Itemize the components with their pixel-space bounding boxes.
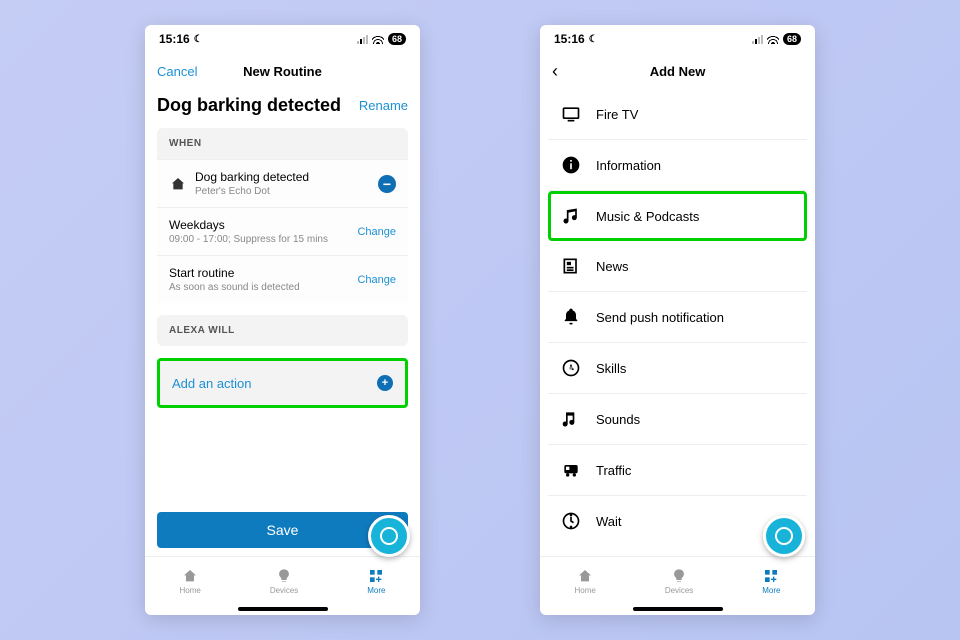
when-header: WHEN — [157, 128, 408, 159]
signal-icon — [357, 35, 368, 44]
change-schedule-button[interactable]: Change — [357, 226, 396, 238]
tab-more[interactable]: More — [762, 568, 780, 595]
action-item-label: News — [596, 259, 629, 274]
schedule-title: Weekdays — [169, 218, 328, 232]
tab-devices[interactable]: Devices — [665, 568, 693, 595]
cancel-button[interactable]: Cancel — [157, 64, 197, 79]
action-item-skills[interactable]: Skills — [548, 343, 807, 394]
nav-header: ‹ Add New — [540, 53, 815, 89]
alexa-fab[interactable] — [368, 515, 410, 557]
tab-home[interactable]: Home — [179, 568, 200, 595]
back-button[interactable]: ‹ — [552, 61, 558, 82]
routine-title-row: Dog barking detected Rename — [157, 95, 408, 116]
action-item-label: Information — [596, 158, 661, 173]
tv-icon — [560, 103, 582, 125]
plus-icon: + — [377, 375, 393, 391]
action-item-label: Send push notification — [596, 310, 724, 325]
action-item-label: Sounds — [596, 412, 640, 427]
alexa-ring-icon — [775, 527, 793, 545]
alexa-will-header: ALEXA WILL — [157, 315, 408, 346]
dnd-icon: ☾ — [194, 34, 203, 45]
nav-title: New Routine — [243, 64, 322, 79]
action-list: Fire TV Information Music & Podcasts News Se… — [540, 89, 815, 556]
signal-icon — [752, 35, 763, 44]
skills-icon — [560, 357, 582, 379]
tab-bar: Home Devices More — [145, 556, 420, 605]
start-row[interactable]: Start routine As soon as sound is detect… — [157, 255, 408, 303]
trigger-title: Dog barking detected — [195, 170, 309, 184]
change-start-button[interactable]: Change — [357, 274, 396, 286]
routine-name: Dog barking detected — [157, 95, 341, 116]
action-item-bell[interactable]: Send push notification — [548, 292, 807, 343]
music-icon — [560, 205, 582, 227]
status-time: 15:16☾ — [554, 32, 598, 46]
nav-header: Cancel New Routine — [145, 53, 420, 89]
tab-devices[interactable]: Devices — [270, 568, 298, 595]
status-bar: 15:16☾ 68 — [145, 25, 420, 53]
action-item-music[interactable]: Music & Podcasts — [548, 191, 807, 241]
trigger-subtitle: Peter's Echo Dot — [195, 186, 309, 197]
action-item-info[interactable]: Information — [548, 140, 807, 191]
phone-right: 15:16☾ 68 ‹ Add New Fire TV Information Mu… — [540, 25, 815, 615]
status-bar: 15:16☾ 68 — [540, 25, 815, 53]
rename-button[interactable]: Rename — [359, 98, 408, 113]
action-item-label: Wait — [596, 514, 622, 529]
alexa-ring-icon — [380, 527, 398, 545]
sounds-icon — [560, 408, 582, 430]
action-item-traffic[interactable]: Traffic — [548, 445, 807, 496]
action-item-label: Fire TV — [596, 107, 638, 122]
traffic-icon — [560, 459, 582, 481]
action-item-tv[interactable]: Fire TV — [548, 89, 807, 140]
remove-trigger-button[interactable]: − — [378, 175, 396, 193]
tab-bar: Home Devices More — [540, 556, 815, 605]
phone-left: 15:16☾ 68 Cancel New Routine Dog barking… — [145, 25, 420, 615]
tab-home[interactable]: Home — [574, 568, 595, 595]
home-indicator — [238, 607, 328, 611]
nav-title: Add New — [650, 64, 706, 79]
bell-icon — [560, 306, 582, 328]
action-item-label: Music & Podcasts — [596, 209, 699, 224]
content-area: Dog barking detected Rename WHEN Dog bar… — [145, 89, 420, 512]
action-item-sounds[interactable]: Sounds — [548, 394, 807, 445]
wifi-icon — [372, 32, 384, 47]
trigger-row[interactable]: Dog barking detected Peter's Echo Dot − — [157, 159, 408, 207]
alexa-fab[interactable] — [763, 515, 805, 557]
news-icon — [560, 255, 582, 277]
add-action-label: Add an action — [172, 376, 252, 391]
start-title: Start routine — [169, 266, 300, 280]
tab-more[interactable]: More — [367, 568, 385, 595]
add-action-button[interactable]: Add an action + — [157, 358, 408, 408]
status-time: 15:16☾ — [159, 32, 203, 46]
dnd-icon: ☾ — [589, 34, 598, 45]
wait-icon — [560, 510, 582, 532]
wifi-icon — [767, 32, 779, 47]
info-icon — [560, 154, 582, 176]
alexa-will-section: ALEXA WILL — [157, 315, 408, 346]
schedule-subtitle: 09:00 - 17:00; Suppress for 15 mins — [169, 234, 328, 245]
battery-icon: 68 — [783, 33, 801, 45]
start-subtitle: As soon as sound is detected — [169, 282, 300, 293]
device-icon — [169, 175, 187, 193]
status-indicators: 68 — [752, 32, 801, 47]
action-item-news[interactable]: News — [548, 241, 807, 292]
battery-icon: 68 — [388, 33, 406, 45]
home-indicator — [633, 607, 723, 611]
status-indicators: 68 — [357, 32, 406, 47]
schedule-row[interactable]: Weekdays 09:00 - 17:00; Suppress for 15 … — [157, 207, 408, 255]
action-item-label: Skills — [596, 361, 626, 376]
when-section: WHEN Dog barking detected Peter's Echo D… — [157, 128, 408, 303]
action-item-label: Traffic — [596, 463, 631, 478]
